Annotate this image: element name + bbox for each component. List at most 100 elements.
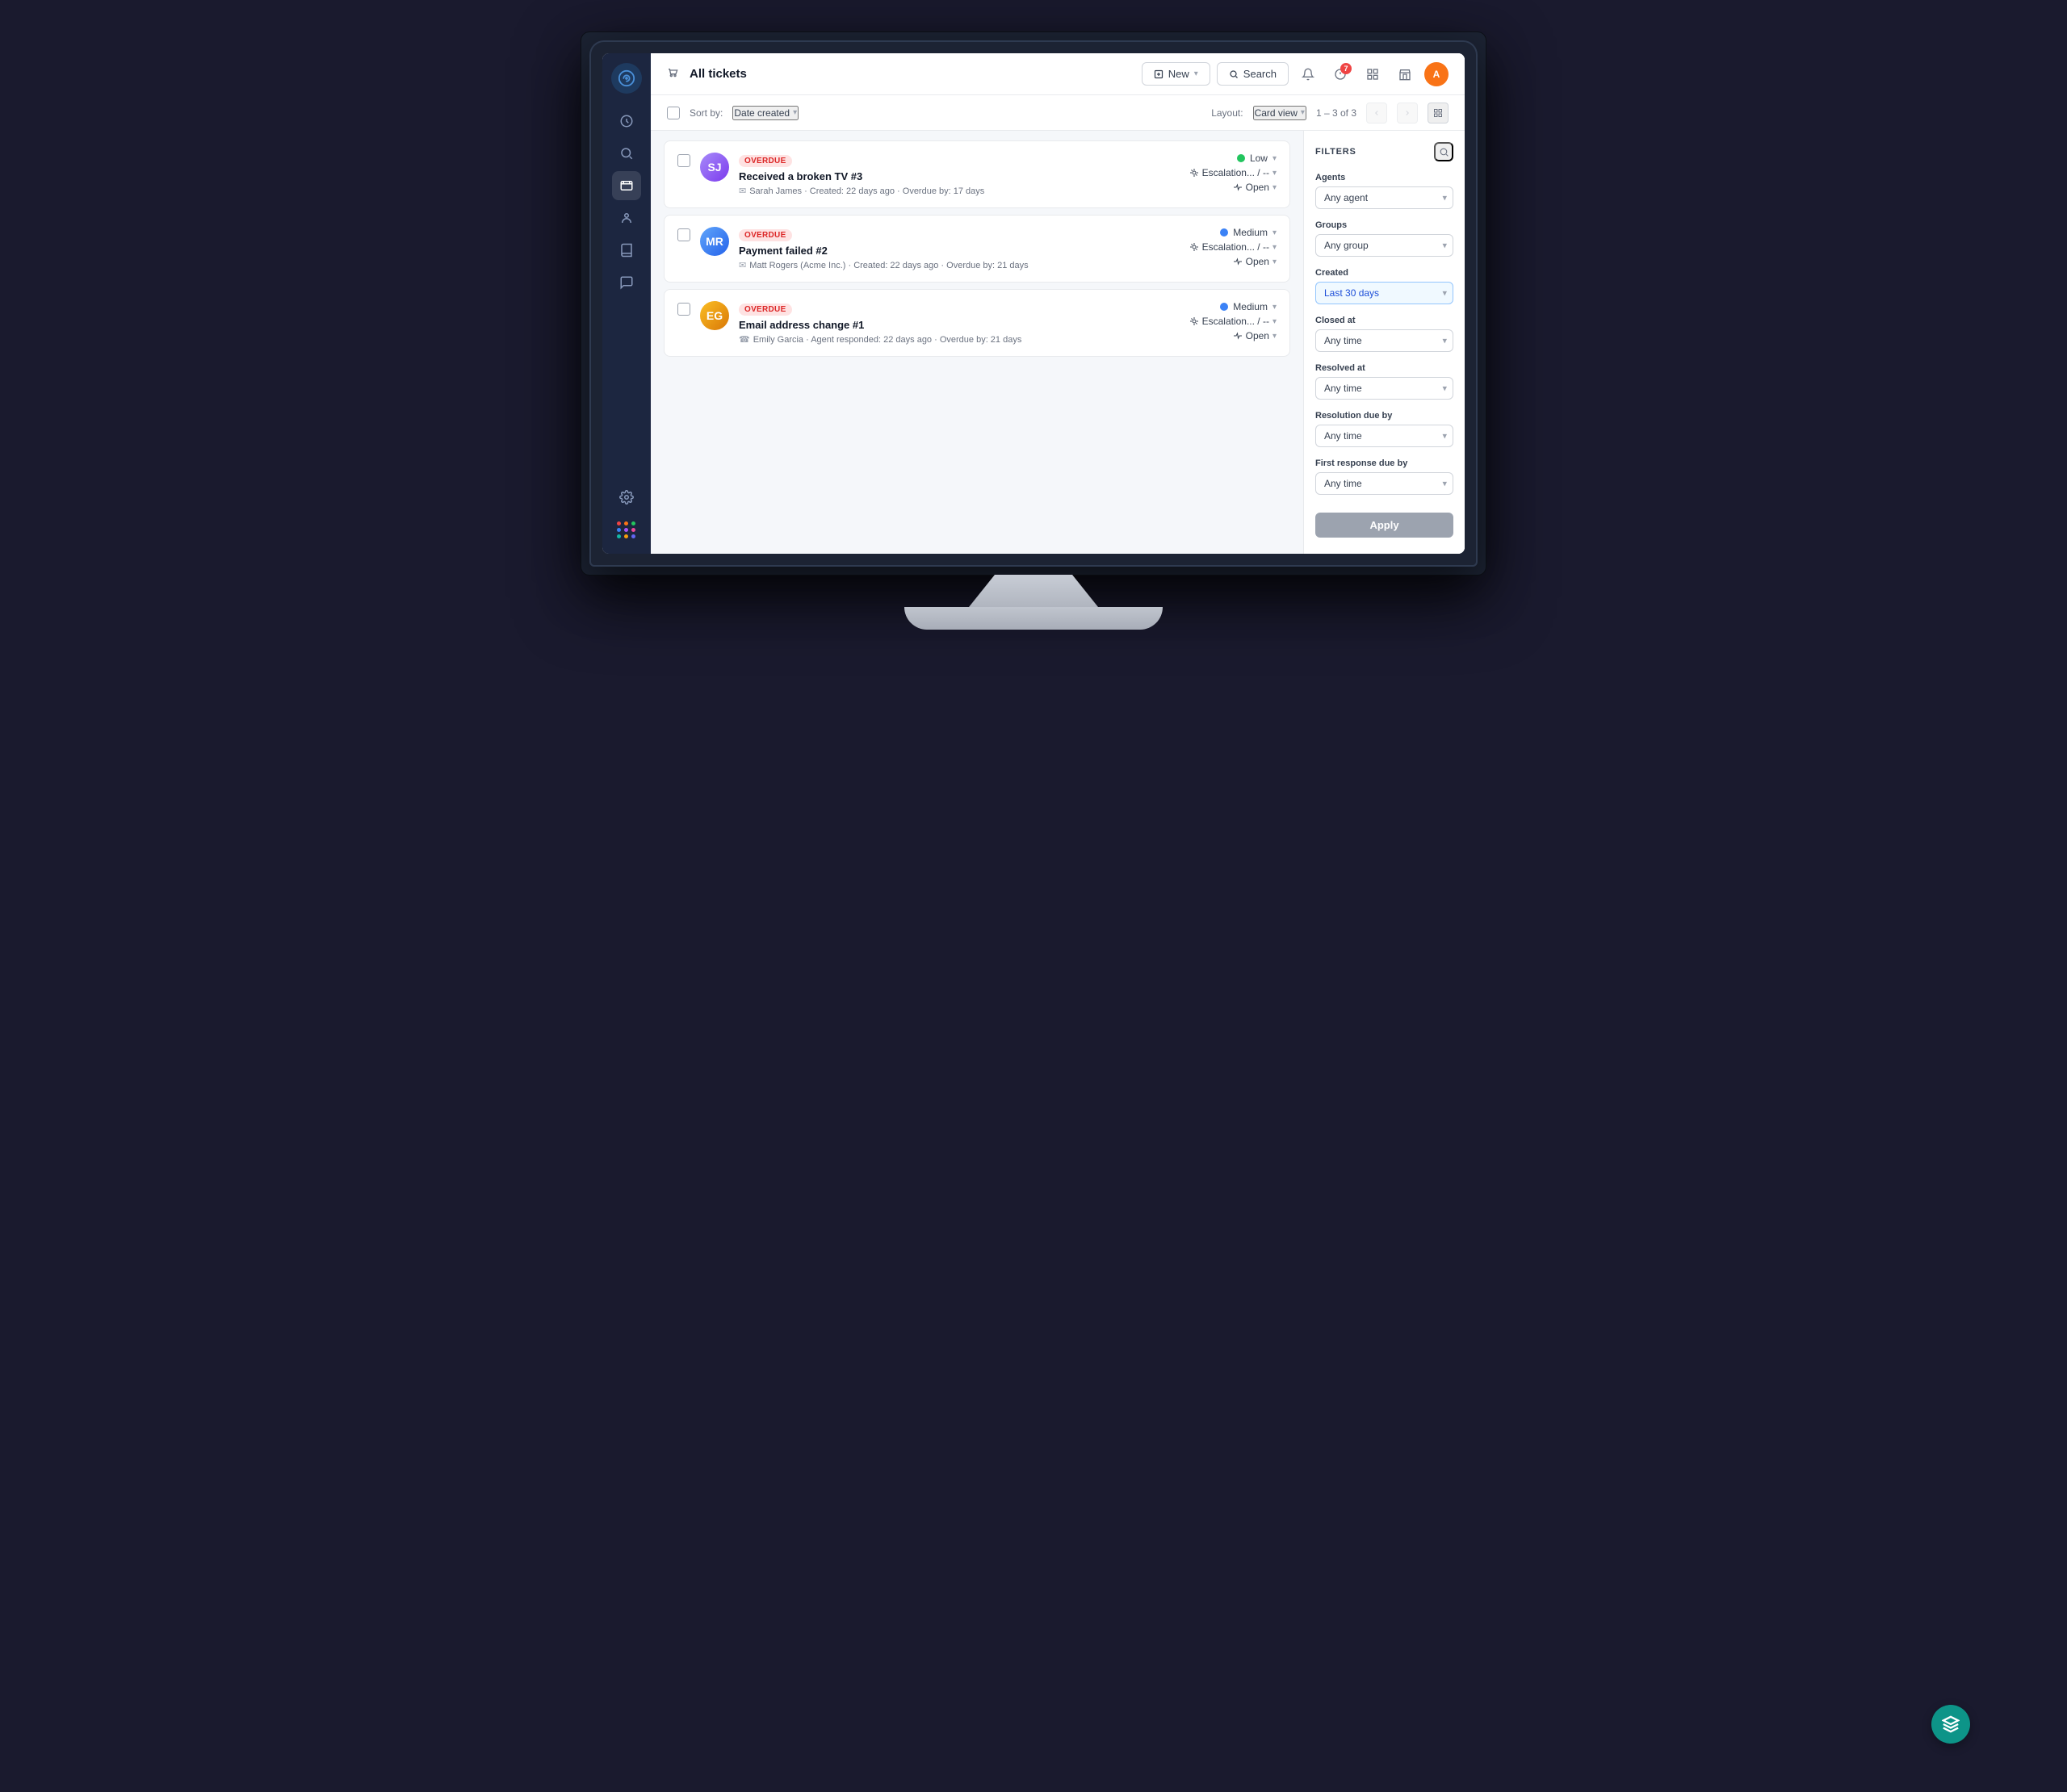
escalation-chevron-icon: ▾ — [1272, 317, 1277, 326]
priority-chevron-icon: ▾ — [1272, 303, 1277, 312]
ticket-1-escalation-button[interactable]: Escalation... / -- ▾ — [1189, 167, 1277, 178]
sort-by-label: Sort by: — [690, 107, 723, 119]
toolbar-right: Layout: Card view ▾ 1 – 3 of 3 — [1211, 103, 1449, 124]
created-filter-select[interactable]: Last 30 days — [1315, 282, 1453, 304]
layout-button[interactable]: Card view ▾ — [1253, 106, 1306, 120]
table-row[interactable]: SJ Overdue Received a broken TV #3 ✉ Sar… — [664, 140, 1290, 208]
resolution-due-filter-select[interactable]: Any time — [1315, 425, 1453, 447]
sidebar-item-contacts[interactable] — [612, 203, 641, 232]
ticket-1-status-button[interactable]: Open ▾ — [1233, 182, 1277, 193]
ticket-1-priority-button[interactable]: Low ▾ — [1237, 153, 1277, 164]
status-icon — [1233, 257, 1243, 266]
ticket-2-status-badge: Overdue — [739, 229, 792, 241]
priority-dot-icon — [1237, 154, 1245, 162]
store-button[interactable] — [1392, 61, 1418, 87]
notifications-button[interactable] — [1295, 61, 1321, 87]
ticket-3-meta: ☎ Emily Garcia · Agent responded: 22 day… — [739, 334, 1138, 345]
ticket-2-meta: ✉ Matt Rogers (Acme Inc.) · Created: 22 … — [739, 260, 1138, 270]
sidebar-item-tickets[interactable] — [612, 171, 641, 200]
first-response-filter-wrapper: Any time — [1315, 472, 1453, 495]
priority-dot-icon — [1220, 303, 1228, 311]
closed-at-filter-label: Closed at — [1315, 316, 1453, 325]
fab-button[interactable] — [1931, 1705, 1970, 1744]
ticket-1-status-badge: Overdue — [739, 155, 792, 167]
main-content: All tickets New ▾ — [651, 53, 1465, 554]
first-response-filter-group: First response due by Any time — [1315, 458, 1453, 495]
agents-filter-wrapper: Any agent — [1315, 186, 1453, 209]
status-icon — [1233, 182, 1243, 192]
ticket-2-checkbox[interactable] — [677, 228, 690, 241]
monitor-stand-neck — [969, 575, 1098, 607]
ticket-2-avatar: MR — [700, 227, 729, 256]
ticket-3-status-badge: Overdue — [739, 304, 792, 316]
resolution-due-filter-label: Resolution due by — [1315, 411, 1453, 421]
next-page-button[interactable] — [1397, 103, 1418, 124]
email-icon: ✉ — [739, 186, 746, 196]
tickets-area: SJ Overdue Received a broken TV #3 ✉ Sar… — [651, 131, 1465, 554]
layout-label: Layout: — [1211, 107, 1243, 119]
sidebar-item-conversations[interactable] — [612, 268, 641, 297]
sidebar-item-search[interactable] — [612, 139, 641, 168]
agents-filter-group: Agents Any agent — [1315, 173, 1453, 209]
created-filter-label: Created — [1315, 268, 1453, 278]
groups-filter-select[interactable]: Any group — [1315, 234, 1453, 257]
ticket-1-right: Low ▾ Escalation... / -- ▾ — [1147, 153, 1277, 193]
page-title: All tickets — [690, 67, 1132, 81]
user-avatar[interactable]: A — [1424, 62, 1449, 86]
sidebar-app-switcher[interactable] — [612, 515, 641, 544]
ticket-1-title: Received a broken TV #3 — [739, 170, 1138, 182]
resolution-due-filter-wrapper: Any time — [1315, 425, 1453, 447]
resolved-at-filter-wrapper: Any time — [1315, 377, 1453, 400]
filters-title: FILTERS — [1315, 147, 1356, 157]
ticket-2-escalation-button[interactable]: Escalation... / -- ▾ — [1189, 241, 1277, 253]
groups-filter-wrapper: Any group — [1315, 234, 1453, 257]
view-toggle-button[interactable] — [1428, 103, 1449, 124]
groups-filter-group: Groups Any group — [1315, 220, 1453, 257]
ticket-1-meta: ✉ Sarah James · Created: 22 days ago · O… — [739, 186, 1138, 196]
phone-icon: ☎ — [739, 334, 750, 345]
ticket-1-checkbox[interactable] — [677, 154, 690, 167]
status-icon — [1233, 331, 1243, 341]
closed-at-filter-select[interactable]: Any time — [1315, 329, 1453, 352]
escalation-icon — [1189, 316, 1199, 326]
first-response-filter-label: First response due by — [1315, 458, 1453, 468]
ticket-2-title: Payment failed #2 — [739, 245, 1138, 257]
alert-badge: 7 — [1340, 63, 1352, 74]
sort-by-button[interactable]: Date created ▾ — [732, 106, 799, 120]
alerts-button[interactable]: 7 — [1327, 61, 1353, 87]
filters-search-button[interactable] — [1434, 142, 1453, 161]
ticket-2-priority-button[interactable]: Medium ▾ — [1220, 227, 1277, 238]
ticket-3-escalation-button[interactable]: Escalation... / -- ▾ — [1189, 316, 1277, 327]
apply-filters-button[interactable]: Apply — [1315, 513, 1453, 538]
escalation-chevron-icon: ▾ — [1272, 243, 1277, 252]
ticket-3-priority-button[interactable]: Medium ▾ — [1220, 301, 1277, 312]
groups-filter-label: Groups — [1315, 220, 1453, 230]
table-row[interactable]: EG Overdue Email address change #1 ☎ Emi… — [664, 289, 1290, 357]
ticket-2-status-button[interactable]: Open ▾ — [1233, 256, 1277, 267]
ticket-1-avatar: SJ — [700, 153, 729, 182]
sidebar-logo[interactable] — [611, 63, 642, 94]
select-all-checkbox[interactable] — [667, 107, 680, 119]
ticket-3-title: Email address change #1 — [739, 319, 1138, 331]
grid-menu-button[interactable] — [1360, 61, 1386, 87]
sidebar-item-knowledge[interactable] — [612, 236, 641, 265]
prev-page-button[interactable] — [1366, 103, 1387, 124]
table-row[interactable]: MR Overdue Payment failed #2 ✉ Matt Roge… — [664, 215, 1290, 283]
first-response-filter-select[interactable]: Any time — [1315, 472, 1453, 495]
search-button[interactable]: Search — [1217, 62, 1289, 86]
sidebar-item-home[interactable] — [612, 107, 641, 136]
closed-at-filter-group: Closed at Any time — [1315, 316, 1453, 352]
new-button[interactable]: New ▾ — [1142, 62, 1210, 86]
priority-chevron-icon: ▾ — [1272, 154, 1277, 163]
sidebar — [602, 53, 651, 554]
app-header: All tickets New ▾ — [651, 53, 1465, 95]
agents-filter-select[interactable]: Any agent — [1315, 186, 1453, 209]
toolbar: Sort by: Date created ▾ Layout: Card vie… — [651, 95, 1465, 131]
sidebar-item-settings[interactable] — [612, 483, 641, 512]
filters-header: FILTERS — [1315, 142, 1453, 161]
ticket-3-status-button[interactable]: Open ▾ — [1233, 330, 1277, 341]
status-chevron-icon: ▾ — [1272, 183, 1277, 192]
ticket-3-checkbox[interactable] — [677, 303, 690, 316]
created-filter-wrapper: Last 30 days — [1315, 282, 1453, 304]
resolved-at-filter-select[interactable]: Any time — [1315, 377, 1453, 400]
